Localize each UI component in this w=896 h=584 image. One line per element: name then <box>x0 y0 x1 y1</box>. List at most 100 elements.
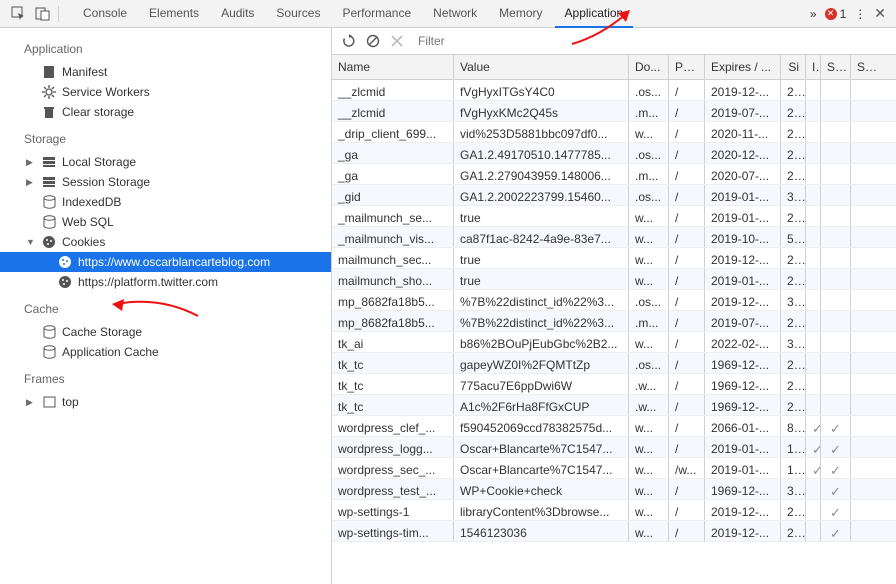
cell <box>806 269 821 289</box>
cookie-icon <box>58 275 72 289</box>
col-domain[interactable]: Do... <box>629 55 669 79</box>
cell <box>851 416 881 436</box>
cookies-table-body[interactable]: __zlcmidfVgHyxITGsY4C0.os.../2019-12-...… <box>332 80 896 584</box>
inspect-icon[interactable] <box>6 2 30 26</box>
table-row[interactable]: wordpress_clef_...f590452069ccd78382575d… <box>332 416 896 437</box>
col-size[interactable]: Si <box>781 55 806 79</box>
table-row[interactable]: __zlcmidfVgHyxKMc2Q45s.m.../2019-07-...2… <box>332 101 896 122</box>
sidebar-item-clear-storage[interactable]: Clear storage <box>0 102 331 122</box>
cell <box>806 80 821 100</box>
cookies-panel: Name Value Do... Pa... Expires / ... Si … <box>332 28 896 584</box>
table-row[interactable]: tk_aib86%2BOuPjEubGbc%2B2...w.../2022-02… <box>332 332 896 353</box>
overflow-tabs[interactable]: » <box>810 7 817 21</box>
cell: 21 <box>781 374 806 394</box>
sidebar-item-session-storage[interactable]: ▶Session Storage <box>0 172 331 192</box>
sidebar-item-application-cache[interactable]: Application Cache <box>0 342 331 362</box>
table-row[interactable]: __zlcmidfVgHyxITGsY4C0.os.../2019-12-...… <box>332 80 896 101</box>
cell: %7B%22distinct_id%22%3... <box>454 290 629 310</box>
col-httponly[interactable]: I <box>806 55 821 79</box>
tab-elements[interactable]: Elements <box>139 0 209 28</box>
table-row[interactable]: mp_8682fa18b5...%7B%22distinct_id%22%3..… <box>332 290 896 311</box>
cell: tk_tc <box>332 374 454 394</box>
sidebar-item-indexeddb[interactable]: IndexedDB <box>0 192 331 212</box>
table-row[interactable]: mp_8682fa18b5...%7B%22distinct_id%22%3..… <box>332 311 896 332</box>
cell: w... <box>629 521 669 541</box>
cell: 31 <box>781 185 806 205</box>
cell: w... <box>629 206 669 226</box>
sidebar-item-cache-storage[interactable]: Cache Storage <box>0 322 331 342</box>
table-row[interactable]: _drip_client_699...vid%253D5881bbc097df0… <box>332 122 896 143</box>
filter-input[interactable] <box>414 31 674 51</box>
tab-console[interactable]: Console <box>73 0 137 28</box>
cell: 21 <box>781 122 806 142</box>
sidebar-item-local-storage[interactable]: ▶Local Storage <box>0 152 331 172</box>
col-value[interactable]: Value <box>454 55 629 79</box>
device-toggle-icon[interactable] <box>30 2 54 26</box>
col-secure[interactable]: Se... <box>821 55 851 79</box>
sidebar-cookie-domain[interactable]: https://www.oscarblancarteblog.com <box>0 252 331 272</box>
cell: 24 <box>781 500 806 520</box>
table-row[interactable]: _gidGA1.2.2002223799.15460....os.../2019… <box>332 185 896 206</box>
table-row[interactable]: wordpress_test_...WP+Cookie+checkw.../19… <box>332 479 896 500</box>
cell: w... <box>629 332 669 352</box>
cell: fVgHyxITGsY4C0 <box>454 80 629 100</box>
col-samesite[interactable]: Sa... <box>851 55 881 79</box>
tab-performance[interactable]: Performance <box>332 0 421 28</box>
sidebar-cookie-domain[interactable]: https://platform.twitter.com <box>0 272 331 292</box>
cell <box>821 332 851 352</box>
sidebar-item-web-sql[interactable]: Web SQL <box>0 212 331 232</box>
delete-selected-icon[interactable] <box>390 34 404 48</box>
kebab-menu-icon[interactable]: ⋮ <box>854 7 866 21</box>
tab-network[interactable]: Network <box>423 0 487 28</box>
cell: true <box>454 248 629 268</box>
tab-application[interactable]: Application <box>555 0 634 28</box>
table-row[interactable]: wp-settings-1libraryContent%3Dbrowse...w… <box>332 500 896 521</box>
cell: 2019-12-... <box>705 521 781 541</box>
table-row[interactable]: _gaGA1.2.49170510.1477785....os.../2020-… <box>332 143 896 164</box>
table-row[interactable]: tk_tc775acu7E6ppDwi6W.w.../1969-12-...21 <box>332 374 896 395</box>
cell: 2019-12-... <box>705 500 781 520</box>
sidebar-item-service-workers[interactable]: Service Workers <box>0 82 331 102</box>
col-name[interactable]: Name <box>332 55 454 79</box>
table-row[interactable]: tk_tcgapeyWZ0I%2FQMTtZp.os.../1969-12-..… <box>332 353 896 374</box>
sidebar-item-manifest[interactable]: Manifest <box>0 62 331 82</box>
table-row[interactable]: wordpress_sec_...Oscar+Blancarte%7C1547.… <box>332 458 896 479</box>
cell: / <box>669 437 705 457</box>
tab-memory[interactable]: Memory <box>489 0 552 28</box>
cell: 2019-01-... <box>705 269 781 289</box>
cell <box>851 374 881 394</box>
cell: / <box>669 206 705 226</box>
tab-audits[interactable]: Audits <box>211 0 264 28</box>
cell: 19 <box>781 437 806 457</box>
close-icon[interactable]: ✕ <box>874 5 886 22</box>
col-expires[interactable]: Expires / ... <box>705 55 781 79</box>
sidebar-item-label: https://www.oscarblancarteblog.com <box>78 255 270 269</box>
table-row[interactable]: mailmunch_sec...truew.../2019-12-...29 <box>332 248 896 269</box>
table-row[interactable]: wp-settings-tim...1546123036w.../2019-12… <box>332 521 896 542</box>
cell: mailmunch_sho... <box>332 269 454 289</box>
table-row[interactable]: _mailmunch_se...truew.../2019-01-...25 <box>332 206 896 227</box>
table-row[interactable]: _mailmunch_vis...ca87f1ac-8242-4a9e-83e7… <box>332 227 896 248</box>
table-row[interactable]: tk_tcA1c%2F6rHa8FfGxCUP.w.../1969-12-...… <box>332 395 896 416</box>
devtools-topbar: ConsoleElementsAuditsSourcesPerformanceN… <box>0 0 896 28</box>
cell: WP+Cookie+check <box>454 479 629 499</box>
table-row[interactable]: _gaGA1.2.279043959.148006....m.../2020-0… <box>332 164 896 185</box>
cell <box>821 290 851 310</box>
sidebar-item-top[interactable]: ▶top <box>0 392 331 412</box>
error-badge[interactable]: ✕ 1 <box>825 7 847 21</box>
cell: 22 <box>781 101 806 121</box>
sidebar-item-cookies[interactable]: ▼Cookies <box>0 232 331 252</box>
cell: .w... <box>629 374 669 394</box>
cell <box>851 458 881 478</box>
cell: 28 <box>781 521 806 541</box>
tab-sources[interactable]: Sources <box>266 0 330 28</box>
cell: w... <box>629 122 669 142</box>
col-path[interactable]: Pa... <box>669 55 705 79</box>
cell <box>851 185 881 205</box>
cell: ✓ <box>821 479 851 499</box>
error-dot-icon: ✕ <box>825 8 837 20</box>
table-row[interactable]: wordpress_logg...Oscar+Blancarte%7C1547.… <box>332 437 896 458</box>
refresh-icon[interactable] <box>342 34 356 48</box>
table-row[interactable]: mailmunch_sho...truew.../2019-01-...26 <box>332 269 896 290</box>
clear-all-icon[interactable] <box>366 34 380 48</box>
